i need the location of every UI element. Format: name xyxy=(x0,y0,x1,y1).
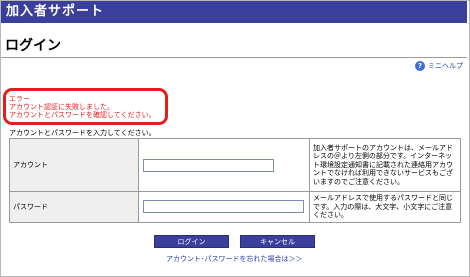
mini-help-label: ミニヘルプ xyxy=(428,62,463,70)
password-field-cell xyxy=(138,191,310,223)
cancel-button[interactable]: キャンセル xyxy=(240,235,315,248)
login-button[interactable]: ログイン xyxy=(154,235,229,248)
error-line-1: アカウント認証に失敗しました。 xyxy=(9,103,114,111)
account-row: アカウント 加入者サポートのアカウントは、メールアドレスの＠より左側の部分です。… xyxy=(9,138,461,192)
password-note: メールアドレスで使用するパスワードと同じです。入力の際は、大文字、小文字にご注意… xyxy=(309,191,461,223)
question-icon: ? xyxy=(415,61,425,71)
forgot-credentials-link[interactable]: アカウント･パスワードを忘れた場合は＞＞ xyxy=(166,254,303,264)
error-message: エラー アカウント認証に失敗しました。 アカウントとパスワードを確認してください… xyxy=(9,95,156,119)
title-divider xyxy=(1,57,467,58)
instruction-text: アカウントとパスワードを入力してください。 xyxy=(9,129,156,137)
account-input[interactable] xyxy=(143,158,274,172)
password-label: パスワード xyxy=(9,191,139,223)
error-line-2: アカウントとパスワードを確認してください。 xyxy=(9,111,156,119)
header-title: 加入者サポート xyxy=(6,4,105,19)
login-form-table: アカウント 加入者サポートのアカウントは、メールアドレスの＠より左側の部分です。… xyxy=(9,138,461,223)
password-row: パスワード メールアドレスで使用するパスワードと同じです。入力の際は、大文字、小… xyxy=(9,191,461,223)
mini-help-link[interactable]: ? ミニヘルプ xyxy=(415,61,463,71)
account-field-cell xyxy=(138,138,310,192)
page-title: ログイン xyxy=(5,38,61,54)
account-label: アカウント xyxy=(9,138,139,192)
password-input[interactable] xyxy=(143,200,304,214)
account-note: 加入者サポートのアカウントは、メールアドレスの＠より左側の部分です。インターネッ… xyxy=(309,138,461,192)
error-heading: エラー xyxy=(9,95,30,103)
header-bar: 加入者サポート xyxy=(1,1,467,23)
